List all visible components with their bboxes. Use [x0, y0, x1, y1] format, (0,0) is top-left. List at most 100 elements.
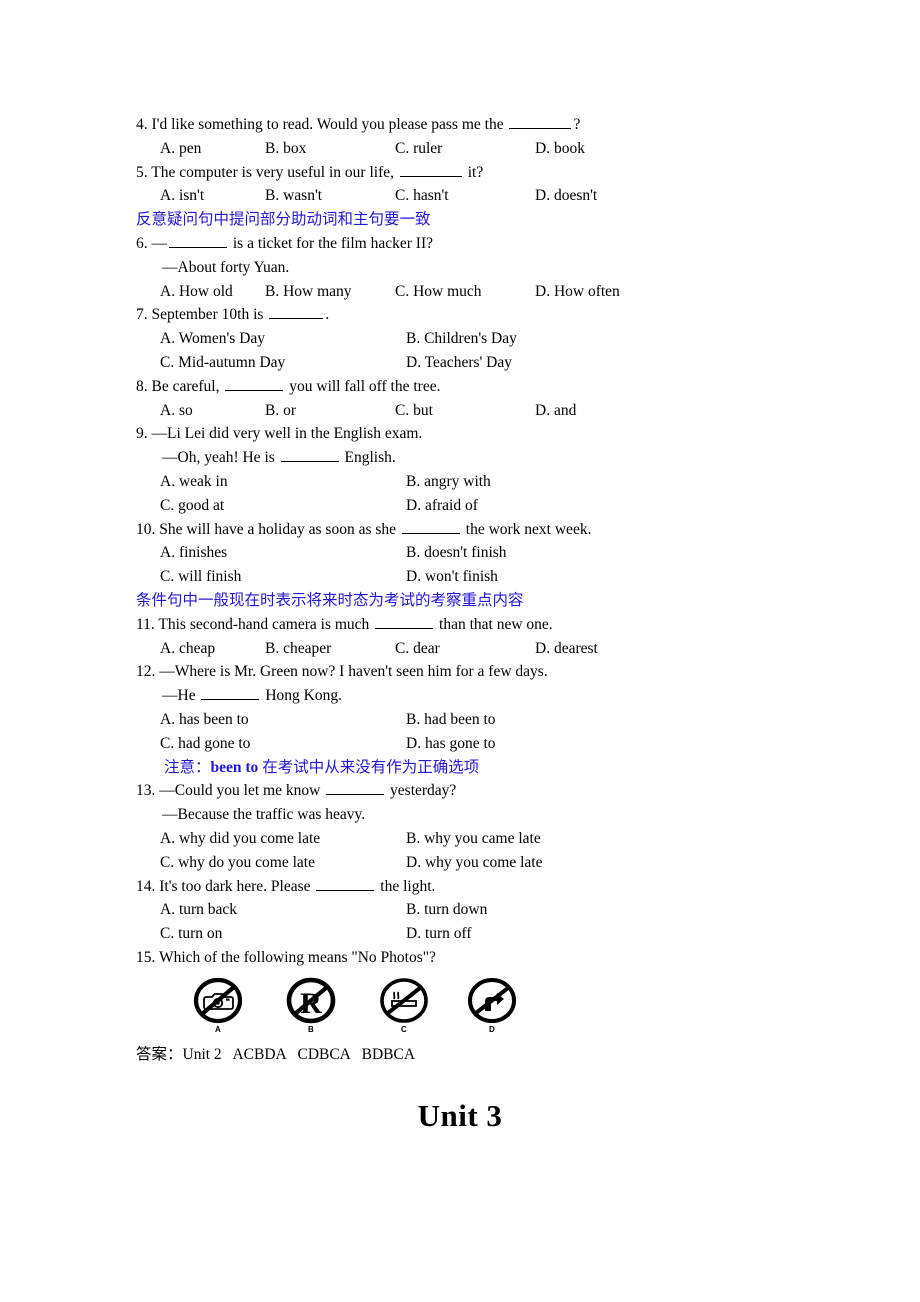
option-a[interactable]: A. has been to [160, 708, 249, 732]
image-option-d[interactable]: D [460, 977, 524, 1034]
annotation-note-10: 条件句中一般现在时表示将来时态为考试的考察重点内容 [136, 591, 524, 609]
options-row-10a: A. finishes B. doesn't finish [136, 541, 836, 565]
options-row-8: A. so B. or C. but D. and [136, 399, 836, 423]
answer-blank [225, 375, 284, 391]
question-stem-12: 12. —Where is Mr. Green now? I haven't s… [136, 663, 548, 681]
answer-blank [280, 446, 339, 463]
image-option-label: C [400, 1024, 408, 1034]
answer-blank [375, 613, 434, 629]
option-a[interactable]: A. cheap [160, 637, 215, 661]
option-b[interactable]: B. How many [265, 280, 352, 304]
options-row-13a: A. why did you come late B. why you came… [136, 827, 836, 851]
option-b[interactable]: B. Children's Day [406, 327, 517, 351]
annotation-note-5: 反意疑问句中提问部分助动词和主句要一致 [136, 211, 431, 229]
question-stem-5: 5. The computer is very useful in our li… [136, 161, 836, 185]
option-c[interactable]: C. dear [395, 637, 440, 661]
option-c[interactable]: C. why do you come late [160, 851, 315, 875]
option-a[interactable]: A. isn't [160, 184, 204, 208]
option-b[interactable]: B. or [265, 399, 296, 423]
options-row-13b: C. why do you come late D. why you come … [136, 851, 836, 875]
option-b[interactable]: B. why you came late [406, 827, 541, 851]
options-row-7b: C. Mid-autumn Day D. Teachers' Day [136, 351, 836, 375]
answer-blank [326, 780, 385, 796]
option-d[interactable]: D. How often [535, 280, 620, 304]
question-stem-14: 14. It's too dark here. Please the light… [136, 875, 836, 899]
option-d[interactable]: D. why you come late [406, 851, 542, 875]
option-b[interactable]: B. cheaper [265, 637, 331, 661]
option-c[interactable]: C. How much [395, 280, 482, 304]
question-stem-9-reply: —Oh, yeah! He is English. [136, 446, 836, 470]
option-c[interactable]: C. hasn't [395, 184, 449, 208]
unit-heading: Unit 3 [417, 1098, 503, 1133]
no-right-turn-icon [468, 977, 516, 1023]
options-row-12b: C. had gone to D. has gone to [136, 732, 836, 756]
answer-blank [401, 518, 460, 534]
answer-blank [169, 232, 227, 248]
option-c[interactable]: C. ruler [395, 137, 442, 161]
no-smoking-icon [380, 977, 428, 1023]
options-row-5: A. isn't B. wasn't C. hasn't D. doesn't [136, 184, 836, 208]
option-a[interactable]: A. finishes [160, 541, 227, 565]
image-option-a[interactable]: A [186, 977, 250, 1034]
options-row-10b: C. will finish D. won't finish [136, 565, 836, 589]
option-a[interactable]: A. turn back [160, 898, 237, 922]
option-a[interactable]: A. so [160, 399, 193, 423]
option-c[interactable]: C. turn on [160, 922, 222, 946]
question-stem-10: 10. She will have a holiday as soon as s… [136, 518, 836, 542]
option-c[interactable]: C. but [395, 399, 433, 423]
options-row-6: A. How old B. How many C. How much D. Ho… [136, 280, 836, 304]
question-stem-12-reply: —He Hong Kong. [136, 684, 836, 708]
answer-blank [316, 875, 375, 891]
question-stem-6: 6. — is a ticket for the film hacker II? [136, 232, 836, 256]
option-a[interactable]: A. How old [160, 280, 233, 304]
image-option-c[interactable]: C [372, 977, 436, 1034]
note-prefix: 注意： [164, 758, 211, 776]
image-option-b[interactable]: R B [279, 977, 343, 1034]
options-row-9a: A. weak in B. angry with [136, 470, 836, 494]
question-stem-15: 15. Which of the following means "No Pho… [136, 948, 436, 966]
answer-blank [269, 304, 324, 320]
worksheet-content: 4. I'd like something to read. Would you… [136, 113, 836, 1066]
option-b[interactable]: B. wasn't [265, 184, 322, 208]
answer-key-line: 答案：Unit 2 ACBDA CDBCA BDBCA [136, 1045, 416, 1063]
option-a[interactable]: A. pen [160, 137, 201, 161]
option-a[interactable]: A. why did you come late [160, 827, 320, 851]
option-b[interactable]: B. box [265, 137, 306, 161]
options-row-7a: A. Women's Day B. Children's Day [136, 327, 836, 351]
answer-blank [509, 113, 572, 129]
option-d[interactable]: D. and [535, 399, 576, 423]
question-stem-13-reply: —Because the traffic was heavy. [162, 806, 366, 824]
note-suffix: 在考试中从来没有作为正确选项 [262, 758, 480, 776]
option-c[interactable]: C. had gone to [160, 732, 250, 756]
question-stem-4: 4. I'd like something to read. Would you… [136, 113, 836, 137]
option-d[interactable]: D. won't finish [406, 565, 498, 589]
options-row-11: A. cheap B. cheaper C. dear D. dearest [136, 637, 836, 661]
image-option-label: B [307, 1024, 315, 1034]
option-d[interactable]: D. dearest [535, 637, 598, 661]
answer-blank [201, 684, 260, 701]
note-emphasis: been to [210, 758, 259, 776]
option-b[interactable]: B. had been to [406, 708, 496, 732]
question-stem-13: 13. —Could you let me know yesterday? [136, 779, 836, 803]
option-d[interactable]: D. has gone to [406, 732, 496, 756]
option-b[interactable]: B. turn down [406, 898, 487, 922]
option-c[interactable]: C. good at [160, 494, 224, 518]
option-b[interactable]: B. angry with [406, 470, 491, 494]
option-c[interactable]: C. Mid-autumn Day [160, 351, 285, 375]
option-d[interactable]: D. turn off [406, 922, 472, 946]
option-a[interactable]: A. weak in [160, 470, 228, 494]
option-b[interactable]: B. doesn't finish [406, 541, 507, 565]
image-option-label: A [214, 1024, 222, 1034]
option-c[interactable]: C. will finish [160, 565, 241, 589]
option-a[interactable]: A. Women's Day [160, 327, 265, 351]
option-d[interactable]: D. book [535, 137, 585, 161]
option-d[interactable]: D. Teachers' Day [406, 351, 512, 375]
options-row-12a: A. has been to B. had been to [136, 708, 836, 732]
options-row-14b: C. turn on D. turn off [136, 922, 836, 946]
option-d[interactable]: D. afraid of [406, 494, 478, 518]
annotation-note-12: 注意：been to 在考试中从来没有作为正确选项 [136, 756, 836, 780]
question-stem-7: 7. September 10th is . [136, 303, 836, 327]
option-d[interactable]: D. doesn't [535, 184, 597, 208]
question-stem-8: 8. Be careful, you will fall off the tre… [136, 375, 836, 399]
question-stem-11: 11. This second-hand camera is much than… [136, 613, 836, 637]
